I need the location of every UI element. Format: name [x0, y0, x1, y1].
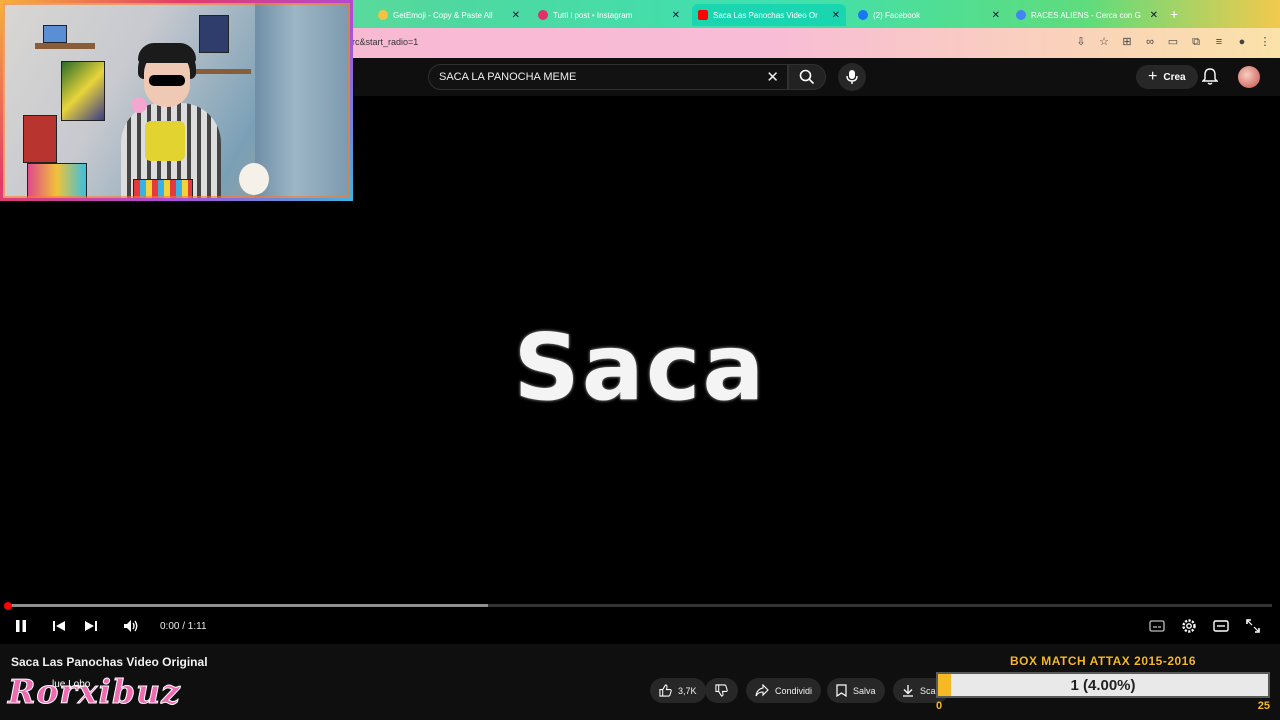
save-button[interactable]: Salva — [827, 678, 885, 703]
thumbs-up-icon — [659, 684, 672, 697]
like-button[interactable]: 3,7K — [650, 678, 706, 703]
tab-instagram[interactable]: Tutti i post • Instagram ✕ — [532, 4, 686, 26]
tab-youtube[interactable]: Saca Las Panochas Video Or ✕ — [692, 4, 846, 26]
volume-icon[interactable] — [122, 617, 140, 635]
video-caption-text: Saca — [513, 314, 767, 421]
stream-logo: Rorxibuz — [6, 668, 206, 716]
download-label: Sca — [920, 685, 936, 696]
account-avatar[interactable] — [1238, 66, 1260, 88]
install-app-icon[interactable]: ⇩ — [1074, 35, 1088, 49]
link-icon[interactable]: ∞ — [1143, 35, 1157, 49]
widget-progress-bar: 1 (4.00%) — [936, 672, 1270, 698]
webcam-person-top — [145, 121, 185, 161]
settings-gear-icon[interactable] — [1180, 617, 1198, 635]
tab-facebook[interactable]: (2) Facebook ✕ — [852, 4, 1006, 26]
voice-search-button[interactable] — [838, 63, 866, 91]
progress-bar[interactable] — [8, 604, 1272, 607]
search-button[interactable] — [788, 64, 826, 90]
notifications-bell-icon[interactable] — [1202, 68, 1218, 86]
address-bar-icons: ⇩ ☆ ⊞ ∞ ▭ ⧉ ≡ ● ⋮ — [1074, 35, 1272, 49]
bookmark-icon — [836, 684, 847, 697]
reading-list-icon[interactable]: ▭ — [1166, 35, 1180, 49]
widget-title: BOX MATCH ATTAX 2015-2016 — [1009, 654, 1197, 668]
close-tab-icon[interactable]: ✕ — [1150, 10, 1158, 21]
widget-max: 25 — [1257, 700, 1270, 712]
logo-text: Rorxibuz — [8, 672, 181, 712]
share-label: Condividi — [775, 685, 813, 696]
emoji-favicon-icon — [378, 10, 388, 20]
share-icon — [755, 684, 769, 697]
profile-icon[interactable]: ● — [1235, 35, 1249, 49]
clear-search-icon[interactable]: ✕ — [766, 68, 779, 86]
youtube-favicon-icon — [698, 10, 708, 20]
browser-menu-icon[interactable]: ⋮ — [1258, 35, 1272, 49]
url-text[interactable]: rc&start_radio=1 — [352, 37, 418, 47]
sunglasses — [149, 75, 185, 86]
subtitles-icon[interactable] — [1148, 617, 1166, 635]
tab-label: (2) Facebook — [873, 10, 921, 20]
extensions-icon[interactable]: ⧉ — [1189, 35, 1203, 49]
tab-label: RACES ALIENS - Cerca con G — [1031, 10, 1141, 20]
microphone-icon — [846, 70, 858, 84]
tab-label: Saca Las Panochas Video Or — [713, 10, 818, 20]
create-label: Crea — [1163, 71, 1186, 83]
tab-google[interactable]: RACES ALIENS - Cerca con G ✕ — [1010, 4, 1164, 26]
collection-counter-widget: BOX MATCH ATTAX 2015-2016 1 (4.00%) 0 25 — [936, 652, 1270, 716]
translate-icon[interactable]: ⊞ — [1120, 35, 1134, 49]
pause-icon[interactable] — [12, 617, 30, 635]
close-tab-icon[interactable]: ✕ — [672, 10, 680, 21]
webcam-poster — [43, 25, 67, 43]
webcam-desk-items — [133, 179, 193, 198]
facebook-favicon-icon — [858, 10, 868, 20]
microphone-pop-filter — [131, 97, 147, 113]
create-button[interactable]: + Crea — [1136, 65, 1198, 89]
video-title: Saca Las Panochas Video Original — [11, 655, 208, 669]
plush-toy — [239, 163, 269, 195]
widget-min: 0 — [936, 700, 943, 712]
instagram-favicon-icon — [538, 10, 548, 20]
new-tab-button[interactable]: + — [1170, 6, 1178, 22]
webcam-person-bangs — [138, 43, 196, 63]
share-button[interactable]: Condividi — [746, 678, 822, 703]
webcam-poster — [23, 115, 57, 163]
widget-value: 1 (4.00%) — [1070, 677, 1136, 694]
tab-label: Tutti i post • Instagram — [553, 10, 633, 20]
close-tab-icon[interactable]: ✕ — [992, 10, 1000, 21]
webcam-poster — [61, 61, 105, 121]
plus-icon: + — [1148, 68, 1158, 85]
scrubber-handle[interactable] — [4, 602, 12, 610]
like-count: 3,7K — [678, 685, 697, 696]
tab-getemoji[interactable]: GetEmoji - Copy & Paste All ✕ — [372, 4, 526, 26]
fullscreen-icon[interactable] — [1244, 617, 1262, 635]
search-input[interactable]: SACA LA PANOCHA MEME ✕ — [428, 64, 788, 90]
next-icon[interactable] — [82, 617, 100, 635]
thumbs-down-icon — [715, 684, 728, 697]
media-controls-icon[interactable]: ≡ — [1212, 35, 1226, 49]
webcam-poster — [27, 163, 87, 198]
dislike-button[interactable] — [705, 678, 738, 703]
webcam-overlay — [0, 0, 353, 201]
theater-mode-icon[interactable] — [1212, 617, 1230, 635]
channel-name[interactable]: lue Lobo — [52, 679, 90, 690]
webcam-shelf — [35, 43, 95, 49]
search-query[interactable]: SACA LA PANOCHA MEME — [439, 71, 576, 83]
time-display: 0:00 / 1:11 — [160, 621, 207, 632]
download-icon — [903, 685, 913, 697]
progress-buffered — [8, 604, 489, 607]
search-icon — [799, 69, 815, 85]
webcam-poster — [199, 15, 229, 53]
google-favicon-icon — [1016, 10, 1026, 20]
webcam-curtain — [255, 3, 350, 198]
tab-label: GetEmoji - Copy & Paste All — [393, 10, 493, 20]
save-label: Salva — [853, 685, 876, 696]
close-tab-icon[interactable]: ✕ — [832, 10, 840, 21]
close-tab-icon[interactable]: ✕ — [512, 10, 520, 21]
previous-icon[interactable] — [50, 617, 68, 635]
bookmark-star-icon[interactable]: ☆ — [1097, 35, 1111, 49]
